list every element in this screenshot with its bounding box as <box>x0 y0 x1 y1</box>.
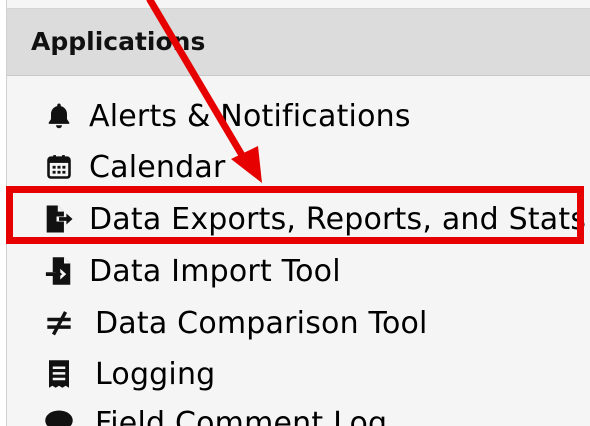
bell-icon <box>41 98 77 134</box>
menu-item-label: Data Import Tool <box>89 253 341 289</box>
menu-item-label: Field Comment Log <box>95 405 388 426</box>
menu-item-label: Data Comparison Tool <box>95 305 428 341</box>
file-export-icon <box>41 201 77 237</box>
menu-item-label: Logging <box>95 356 216 392</box>
calendar-icon <box>41 149 77 185</box>
applications-panel: Applications Alerts & Notifications Cale… <box>6 0 590 426</box>
menu-item-label: Data Exports, Reports, and Stats <box>89 201 587 237</box>
menu-item-label: Alerts & Notifications <box>89 98 411 134</box>
menu-item-label: Calendar <box>89 149 226 185</box>
panel-title: Applications <box>31 27 206 56</box>
panel-header: Applications <box>7 8 590 76</box>
comment-icon <box>41 405 77 426</box>
file-import-icon <box>41 253 77 289</box>
receipt-icon <box>41 356 77 392</box>
not-equal-icon <box>41 305 77 341</box>
